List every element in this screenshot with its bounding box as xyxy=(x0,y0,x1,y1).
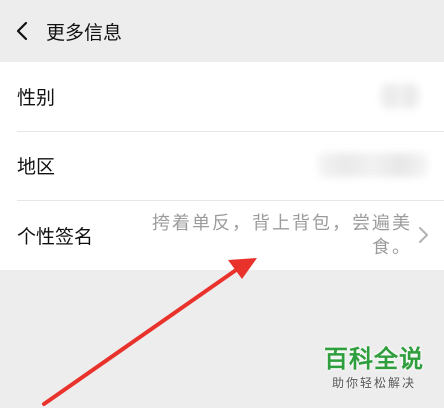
gender-row[interactable]: 性别 xyxy=(0,62,444,131)
gender-label: 性别 xyxy=(17,87,56,109)
signature-value: 挎着单反，背上背包，尝遍美食。 xyxy=(152,213,412,258)
chevron-right-icon xyxy=(419,227,428,243)
region-label: 地区 xyxy=(17,156,56,178)
info-list: 性别 地区 个性签名 挎着单反，背上背包，尝遍美食。 xyxy=(0,62,444,270)
header-bar: 更多信息 xyxy=(0,0,444,62)
gender-value-blurred xyxy=(380,84,420,108)
back-button[interactable] xyxy=(0,0,44,62)
region-row[interactable]: 地区 xyxy=(0,131,444,200)
watermark-main-text: 百科全说 xyxy=(324,345,424,373)
region-value-blurred xyxy=(318,153,428,177)
signature-row[interactable]: 个性签名 挎着单反，背上背包，尝遍美食。 xyxy=(0,200,444,270)
watermark-sub-text: 助你轻松解决 xyxy=(331,376,416,390)
watermark-logo: 百科全说 助你轻松解决 xyxy=(314,344,434,400)
chevron-left-icon xyxy=(16,21,28,41)
signature-label: 个性签名 xyxy=(17,225,94,248)
page-title: 更多信息 xyxy=(46,21,123,44)
